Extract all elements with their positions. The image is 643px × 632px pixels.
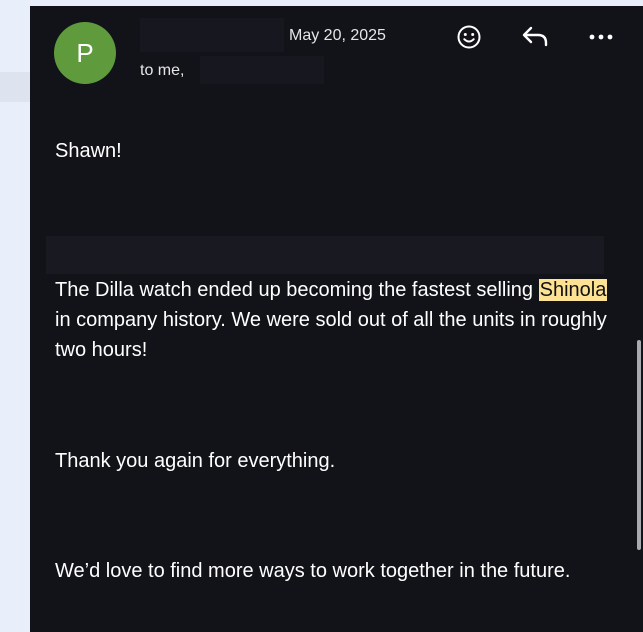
search-highlight: Shinola: [538, 279, 608, 301]
background-panel-strip: [0, 72, 30, 102]
email-paragraph-3: We’d love to find more ways to work toge…: [55, 560, 571, 582]
email-message-panel: P to me, May 20, 2025 Shawn! The Dilla w…: [30, 6, 643, 632]
email-greeting: Shawn!: [55, 140, 122, 162]
avatar-letter: P: [76, 37, 94, 68]
redacted-line: [46, 236, 604, 274]
email-paragraph-2: Thank you again for everything.: [55, 450, 336, 472]
redacted-recipient: [200, 56, 324, 84]
email-date: May 20, 2025: [289, 27, 386, 44]
reply-icon[interactable]: [518, 20, 552, 54]
sender-avatar[interactable]: P: [54, 22, 116, 84]
email-paragraph-1: The Dilla watch ended up becoming the fa…: [55, 275, 613, 365]
emoji-reaction-icon[interactable]: [452, 20, 486, 54]
vertical-scrollbar[interactable]: [637, 340, 641, 550]
paragraph-1-text-end: in company history. We were sold out of …: [55, 309, 607, 361]
more-options-icon[interactable]: [584, 20, 618, 54]
recipient-line: to me,: [140, 62, 185, 79]
redacted-sender-name: [140, 18, 284, 52]
paragraph-1-text-start: The Dilla watch ended up becoming the fa…: [55, 279, 539, 301]
